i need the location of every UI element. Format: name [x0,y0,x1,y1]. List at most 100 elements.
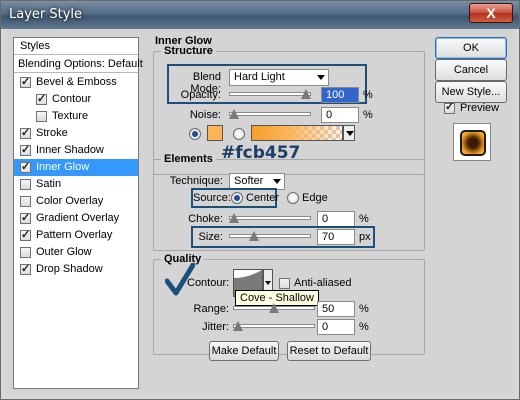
chevron-down-icon [317,75,325,80]
style-item-checkbox[interactable] [20,125,31,142]
style-item-checkbox[interactable] [20,142,31,159]
jitter-slider-thumb[interactable] [233,321,243,331]
style-item-checkbox[interactable] [36,111,47,122]
jitter-slider[interactable] [233,321,315,331]
technique-label: Technique: [169,175,223,187]
style-item-checkbox[interactable] [20,261,31,278]
cancel-button[interactable]: Cancel [435,59,507,81]
ok-button[interactable]: OK [435,37,507,59]
window-title: Layer Style [9,7,83,22]
gradient-preview[interactable] [251,125,343,141]
style-item-checkbox[interactable] [20,210,31,227]
style-item-stroke[interactable]: Stroke [14,125,138,142]
style-item-inner-shadow[interactable]: Inner Shadow [14,142,138,159]
noise-slider-thumb[interactable] [229,109,239,119]
style-item-checkbox[interactable] [20,227,31,244]
jitter-input[interactable]: 0 [317,319,355,335]
style-item-label: Outer Glow [36,246,92,258]
glow-color-swatch[interactable] [207,125,223,141]
gradient-dropdown-button[interactable] [343,125,355,141]
source-edge-label: Edge [302,192,328,204]
make-default-button[interactable]: Make Default [209,341,279,361]
source-edge-radio[interactable] [287,192,299,204]
title-bar[interactable]: Layer Style X [1,1,519,29]
styles-header[interactable]: Styles [14,38,138,55]
style-item-label: Bevel & Emboss [36,76,117,88]
size-slider[interactable] [229,231,311,241]
style-item-label: Contour [52,93,92,105]
source-center-radio[interactable] [231,192,243,204]
choke-slider[interactable] [229,213,311,223]
style-item-texture[interactable]: Texture [14,108,138,125]
structure-title: Structure [161,45,216,57]
opacity-slider[interactable] [229,89,311,99]
dialog-client: Styles Blending Options: Default Bevel &… [7,29,513,395]
range-slider[interactable] [233,303,315,313]
style-item-checkbox[interactable] [20,196,31,207]
style-item-pattern-overlay[interactable]: Pattern Overlay [14,227,138,244]
reset-default-button[interactable]: Reset to Default [287,341,371,361]
chevron-down-icon [346,131,354,136]
noise-slider[interactable] [229,109,311,119]
style-item-checkbox[interactable] [20,74,31,91]
anti-aliased-checkbox[interactable] [279,278,290,289]
chevron-down-icon [265,281,271,285]
opacity-slider-thumb[interactable] [301,89,311,99]
size-input[interactable]: 70 [317,229,355,245]
style-item-checkbox[interactable] [20,159,31,176]
style-item-outer-glow[interactable]: Outer Glow [14,244,138,261]
style-item-inner-glow[interactable]: Inner Glow [14,159,138,176]
style-item-label: Inner Glow [36,161,90,173]
opacity-percent: % [363,89,373,101]
size-slider-thumb[interactable] [249,231,260,241]
style-item-label: Drop Shadow [36,263,103,275]
style-item-bevel-emboss[interactable]: Bevel & Emboss [14,74,138,91]
choke-percent: % [359,213,369,225]
blend-mode-select[interactable]: Hard Light [229,69,329,86]
range-input[interactable]: 50 [317,301,355,317]
layer-style-window: Layer Style X Styles Blending Options: D… [0,0,520,400]
elements-title: Elements [161,153,216,165]
noise-percent: % [363,109,373,121]
opacity-label: Opacity: [180,89,221,101]
source-label: Source: [193,192,231,204]
style-item-color-overlay[interactable]: Color Overlay [14,193,138,210]
preview-label: Preview [460,102,500,114]
inner-glow-panel: Inner Glow Structure Blend Mode: Hard Li… [147,31,427,389]
style-item-satin[interactable]: Satin [14,176,138,193]
noise-input[interactable]: 0 [321,107,359,123]
solid-color-radio[interactable] [189,128,201,140]
style-item-drop-shadow[interactable]: Drop Shadow [14,261,138,278]
range-percent: % [359,303,369,315]
close-button[interactable]: X [469,3,513,23]
style-item-checkbox[interactable] [20,247,31,258]
range-label: Range: [193,303,229,315]
blending-options-item[interactable]: Blending Options: Default [14,56,143,73]
size-label: Size: [198,231,223,243]
style-item-label: Inner Shadow [36,144,104,156]
gradient-radio[interactable] [233,128,245,140]
style-item-gradient-overlay[interactable]: Gradient Overlay [14,210,138,227]
preview-checkbox[interactable] [444,100,455,114]
jitter-percent: % [359,321,369,333]
source-center-label: Center [246,192,280,204]
style-item-label: Gradient Overlay [36,212,120,224]
range-slider-thumb[interactable] [269,303,279,313]
style-item-contour[interactable]: Contour [14,91,138,108]
style-item-label: Texture [52,110,89,122]
style-item-label: Pattern Overlay [36,229,113,241]
style-item-label: Color Overlay [36,195,104,207]
choke-input[interactable]: 0 [317,211,355,227]
chevron-down-icon [273,179,281,184]
preview-swatch [460,130,486,156]
anti-aliased-label: Anti-aliased [294,277,352,289]
style-item-checkbox[interactable] [20,179,31,190]
style-item-label: Stroke [36,127,68,139]
style-item-checkbox[interactable] [36,91,47,108]
jitter-label: Jitter: [202,321,229,333]
choke-slider-thumb[interactable] [229,213,239,223]
contour-label: Contour: [187,277,230,289]
style-item-label: Satin [36,178,62,190]
size-px: px [359,231,371,243]
opacity-input[interactable]: 100 [321,87,359,103]
